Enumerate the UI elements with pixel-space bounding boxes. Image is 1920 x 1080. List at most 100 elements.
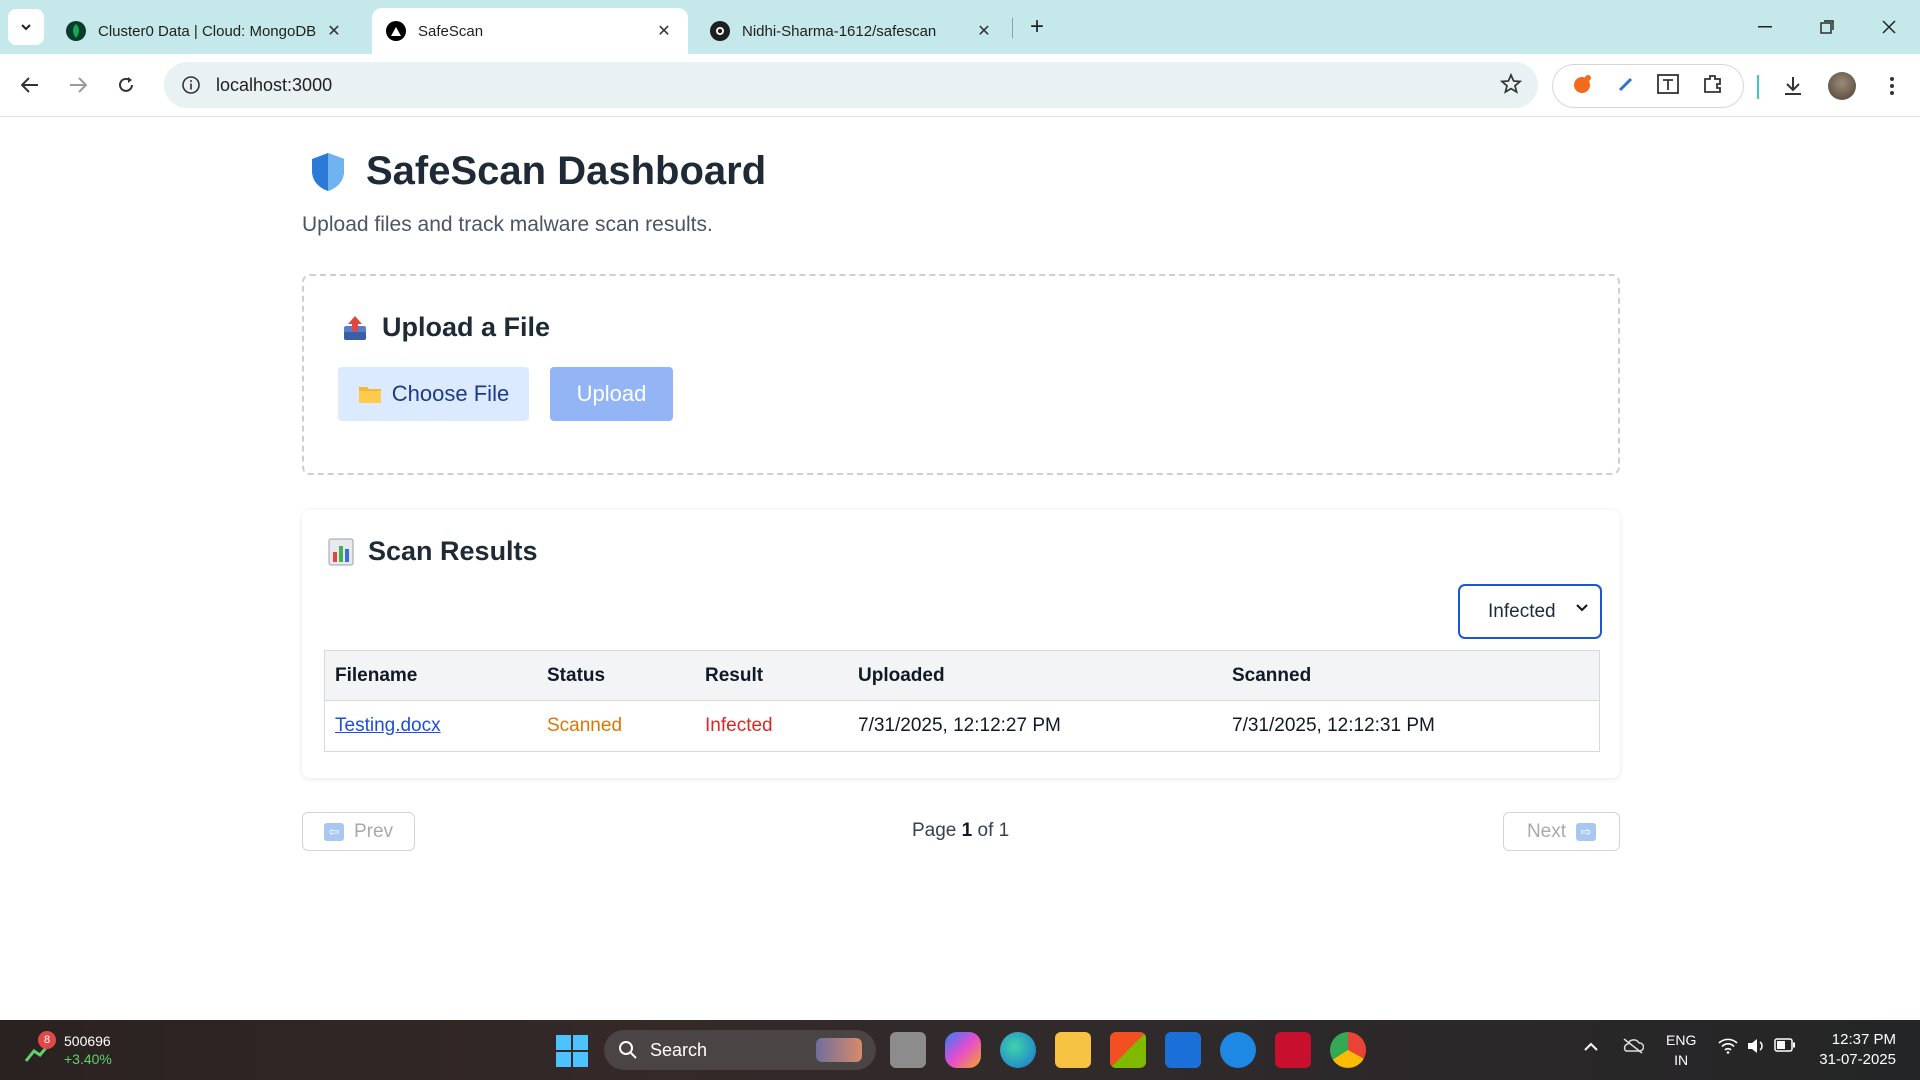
language-indicator[interactable]: ENG IN — [1666, 1030, 1696, 1070]
results-heading: Scan Results — [328, 536, 538, 567]
column-header-filename[interactable]: Filename — [335, 651, 417, 701]
close-icon[interactable]: ✕ — [324, 21, 344, 41]
page-header: SafeScan Dashboard — [302, 149, 766, 194]
chevron-down-icon — [1576, 604, 1588, 612]
back-icon[interactable] — [10, 65, 50, 105]
column-header-result[interactable]: Result — [705, 651, 763, 701]
stock-value: 500696 — [64, 1033, 111, 1049]
bookmark-star-icon[interactable] — [1499, 72, 1523, 100]
myhp-icon[interactable] — [1165, 1032, 1201, 1068]
choose-file-label: Choose File — [391, 381, 510, 406]
minimize-icon[interactable] — [1742, 8, 1788, 46]
maximize-icon[interactable] — [1804, 8, 1850, 46]
outbox-tray-icon — [344, 315, 366, 340]
volume-icon[interactable] — [1746, 1038, 1766, 1057]
tab-search-icon[interactable] — [8, 9, 44, 45]
region-code: IN — [1674, 1052, 1689, 1068]
stock-chart-icon: 8 — [24, 1031, 56, 1065]
mongodb-leaf-icon — [66, 21, 86, 41]
extension-translate-icon[interactable] — [1656, 72, 1680, 101]
more-menu-icon[interactable] — [1872, 66, 1912, 106]
table-header-row: Filename Status Result Uploaded Scanned — [325, 651, 1599, 701]
upload-button[interactable]: Upload — [550, 367, 673, 421]
tab-title: Nidhi-Sharma-1612/safescan — [742, 22, 937, 40]
column-header-status[interactable]: Status — [547, 651, 605, 701]
edge-icon[interactable] — [1000, 1032, 1036, 1068]
extensions-puzzle-icon[interactable] — [1701, 72, 1725, 101]
file-explorer-icon[interactable] — [1055, 1032, 1091, 1068]
pagination: ⇦ Prev Page 1 of 1 Next ⇨ — [302, 812, 1620, 852]
tab-title: SafeScan — [418, 22, 484, 40]
address-bar[interactable]: localhost:3000 — [164, 62, 1538, 108]
current-page: 1 — [961, 820, 973, 841]
onedrive-off-icon[interactable] — [1622, 1038, 1645, 1057]
toolbar-divider — [1757, 75, 1759, 99]
right-arrow-icon: ⇨ — [1576, 822, 1597, 841]
choose-file-button[interactable]: Choose File — [338, 367, 529, 421]
scanned-cell: 7/31/2025, 12:12:31 PM — [1232, 715, 1435, 736]
search-highlight-icon — [816, 1038, 862, 1062]
battery-icon[interactable] — [1774, 1038, 1796, 1055]
tab-github[interactable]: Nidhi-Sharma-1612/safescan ✕ — [696, 8, 1008, 54]
clock-date: 31-07-2025 — [1819, 1051, 1896, 1068]
extensions-group — [1552, 64, 1744, 108]
wifi-icon[interactable] — [1718, 1038, 1738, 1057]
column-header-scanned[interactable]: Scanned — [1232, 651, 1311, 701]
extension-orange-icon[interactable] — [1571, 72, 1595, 101]
upload-heading-text: Upload a File — [382, 312, 551, 342]
new-tab-icon[interactable]: + — [1022, 12, 1052, 42]
task-view-icon[interactable] — [890, 1032, 926, 1068]
forward-icon[interactable] — [58, 65, 98, 105]
next-label: Next — [1526, 820, 1567, 842]
chrome-icon[interactable] — [1330, 1032, 1366, 1068]
help-icon[interactable] — [1220, 1032, 1256, 1068]
windows-taskbar: 8 500696 +3.40% Search ENG IN 12:37 PM 3… — [0, 1020, 1920, 1080]
url-text[interactable]: localhost:3000 — [216, 75, 332, 96]
result-cell: Infected — [705, 715, 773, 736]
tab-safescan[interactable]: SafeScan ✕ — [372, 8, 688, 54]
reload-icon[interactable] — [106, 65, 146, 105]
close-icon[interactable]: ✕ — [974, 21, 994, 41]
download-icon[interactable] — [1773, 66, 1813, 106]
stock-widget[interactable]: 8 500696 +3.40% — [24, 1031, 112, 1068]
browser-toolbar: localhost:3000 — [0, 54, 1920, 117]
window-close-icon[interactable] — [1866, 8, 1912, 46]
status-filter-select[interactable]: Infected — [1458, 584, 1602, 639]
prev-button[interactable]: ⇦ Prev — [302, 812, 415, 851]
page-viewport: SafeScan Dashboard Upload files and trac… — [0, 117, 1920, 1080]
page-title: SafeScan Dashboard — [366, 149, 767, 193]
bar-chart-icon — [328, 538, 354, 565]
upload-heading: Upload a File — [342, 312, 550, 343]
total-pages: 1 — [998, 820, 1010, 841]
extension-pen-icon[interactable] — [1616, 74, 1636, 99]
column-header-uploaded[interactable]: Uploaded — [858, 651, 945, 701]
copilot-icon[interactable] — [945, 1032, 981, 1068]
browser-tabstrip: Cluster0 Data | Cloud: MongoDB C ✕ SafeS… — [0, 0, 1920, 54]
site-info-icon[interactable] — [178, 72, 204, 98]
table-row: Testing.docx Scanned Infected 7/31/2025,… — [325, 701, 1599, 751]
uploaded-cell: 7/31/2025, 12:12:27 PM — [858, 715, 1061, 736]
filename-link[interactable]: Testing.docx — [335, 715, 441, 737]
page-indicator: Page 1 of 1 — [912, 820, 1009, 842]
chevron-up-icon[interactable] — [1584, 1038, 1598, 1054]
next-button[interactable]: Next ⇨ — [1503, 812, 1620, 851]
page-subtitle: Upload files and track malware scan resu… — [302, 213, 713, 236]
close-icon[interactable]: ✕ — [654, 21, 674, 41]
windows-start-icon[interactable] — [556, 1035, 588, 1067]
folder-icon — [358, 387, 381, 403]
github-icon — [710, 21, 730, 41]
results-heading-text: Scan Results — [368, 536, 538, 566]
system-clock[interactable]: 12:37 PM 31-07-2025 — [1812, 1030, 1896, 1070]
search-icon — [619, 1041, 637, 1059]
taskbar-search[interactable]: Search — [604, 1030, 876, 1070]
microsoft-store-icon[interactable] — [1110, 1032, 1146, 1068]
mcafee-icon[interactable] — [1275, 1032, 1311, 1068]
page-of: of — [977, 820, 994, 841]
tab-mongodb[interactable]: Cluster0 Data | Cloud: MongoDB C ✕ — [52, 8, 358, 54]
clock-time: 12:37 PM — [1831, 1031, 1896, 1048]
profile-avatar[interactable] — [1822, 66, 1862, 106]
left-arrow-icon: ⇦ — [323, 822, 344, 841]
vercel-triangle-icon — [386, 21, 406, 41]
results-table: Filename Status Result Uploaded Scanned … — [324, 650, 1600, 752]
stock-change: +3.40% — [64, 1051, 112, 1067]
